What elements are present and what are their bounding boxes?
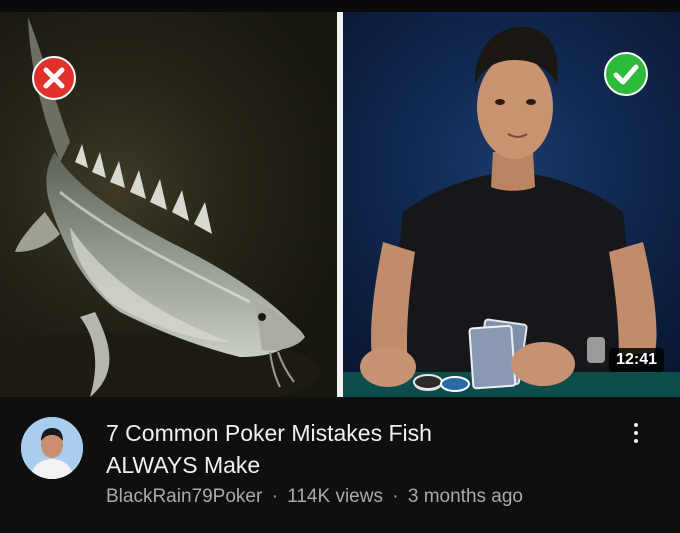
- more-options-button[interactable]: [624, 417, 648, 457]
- separator-dot: ·: [392, 486, 399, 507]
- view-count: 114K views: [287, 486, 383, 507]
- video-thumbnail[interactable]: 12:41: [0, 0, 680, 397]
- video-title[interactable]: 7 Common Poker Mistakes Fish ALWAYS Make: [106, 417, 606, 481]
- video-title-line2: ALWAYS Make: [106, 452, 261, 478]
- avatar-image: [21, 417, 83, 479]
- check-mark-icon: [604, 52, 648, 96]
- separator-dot: ·: [271, 486, 278, 507]
- x-mark-icon: [32, 56, 76, 100]
- channel-avatar[interactable]: [21, 417, 83, 479]
- upload-age: 3 months ago: [407, 486, 523, 507]
- video-duration-badge: 12:41: [609, 348, 664, 372]
- video-title-line1: 7 Common Poker Mistakes Fish: [106, 420, 432, 446]
- thumbnail-top-strip: [0, 0, 680, 12]
- channel-name[interactable]: BlackRain79Poker: [106, 486, 262, 507]
- video-metadata-line: BlackRain79Poker · 114K views · 3 months…: [106, 486, 523, 508]
- video-details: 7 Common Poker Mistakes Fish ALWAYS Make…: [0, 397, 680, 533]
